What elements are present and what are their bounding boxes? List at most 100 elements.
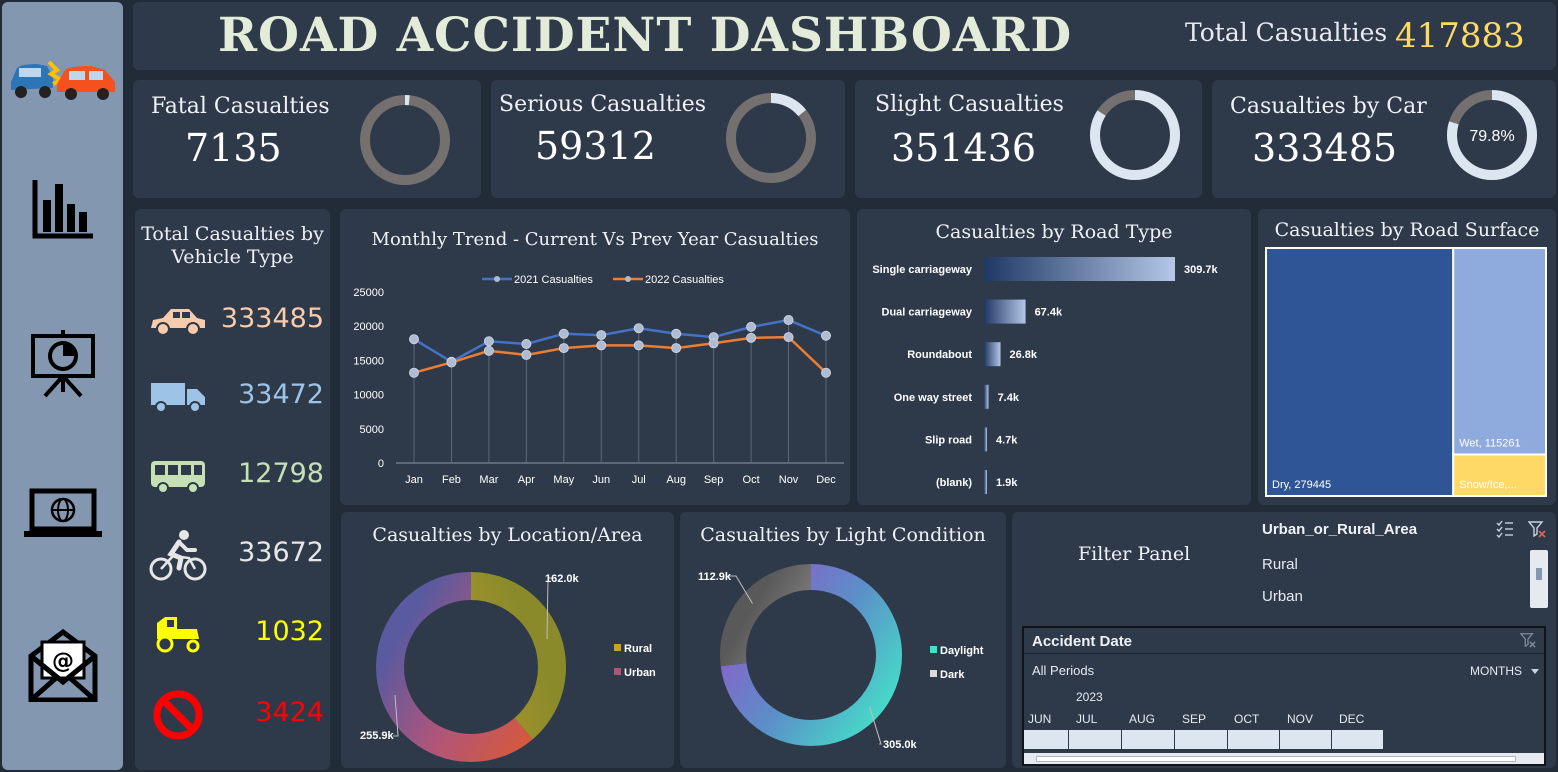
vehicle-value: 12798 bbox=[238, 458, 324, 489]
treemap-label: Snow/Ice,... bbox=[1459, 479, 1516, 491]
slice-value-label: 162.0k bbox=[545, 573, 580, 585]
timeline-month: DEC bbox=[1339, 712, 1365, 726]
data-point bbox=[671, 343, 682, 354]
accident-date-timeline: Accident Date All Periods MONTHS 2023 JU… bbox=[1022, 626, 1546, 766]
data-point bbox=[821, 330, 831, 341]
timeline-cell[interactable] bbox=[1280, 730, 1332, 749]
bar-chart-icon[interactable] bbox=[2, 178, 123, 240]
bar bbox=[984, 470, 987, 494]
timeline-month: NOV bbox=[1287, 712, 1314, 726]
y-tick-label: 5000 bbox=[360, 424, 384, 436]
legend-marker bbox=[494, 276, 500, 282]
bar bbox=[984, 299, 1026, 324]
line-chart: 0 5000 10000 15000 20000 25000 Jan Feb Mar Apr May… bbox=[353, 274, 844, 486]
bar-value-label: 4.7k bbox=[996, 434, 1018, 446]
data-point bbox=[558, 328, 569, 339]
location-panel: Casualties by Location/Area 162.0k Rural 2… bbox=[341, 512, 674, 768]
bar bbox=[984, 257, 1175, 281]
donut-chart: 305.0k Daylight 112.9k Dark bbox=[698, 564, 984, 751]
bar-chart: Single carriageway 309.7k Dual carriageway… bbox=[872, 257, 1219, 494]
kpi-card-serious: Serious Casualties 59312 bbox=[491, 80, 845, 198]
kpi-ring bbox=[1090, 90, 1180, 180]
clear-filter-icon[interactable] bbox=[1519, 632, 1536, 653]
legend-swatch bbox=[614, 668, 621, 675]
timeline-month: SEP bbox=[1182, 712, 1207, 726]
bar-category-label: (blank) bbox=[936, 477, 972, 489]
bar-category-label: Dual carriageway bbox=[882, 307, 973, 319]
timeline-cell[interactable] bbox=[1024, 730, 1069, 749]
chevron-down-icon bbox=[1531, 669, 1540, 675]
laptop-globe-icon[interactable] bbox=[2, 488, 123, 540]
x-tick-label: Mar bbox=[479, 474, 498, 486]
treemap-tile bbox=[1265, 247, 1455, 497]
vehicle-row-bus: 12798 bbox=[135, 446, 328, 506]
slicer-item-urban[interactable]: Urban bbox=[1262, 588, 1303, 605]
timeline-month: JUN bbox=[1028, 712, 1052, 726]
dashboard-title: ROAD ACCIDENT DASHBOARD bbox=[218, 8, 1073, 63]
header: ROAD ACCIDENT DASHBOARD Total Casualties… bbox=[133, 2, 1556, 70]
data-point bbox=[671, 328, 682, 339]
legend-swatch bbox=[930, 670, 937, 677]
x-tick-label: Sep bbox=[704, 474, 724, 486]
slice-value-label: 112.9k bbox=[698, 571, 732, 583]
clear-filter-icon[interactable] bbox=[1527, 520, 1546, 543]
scrollbar-thumb[interactable] bbox=[1536, 568, 1542, 580]
slicer-item-rural[interactable]: Rural bbox=[1262, 556, 1298, 573]
accident-cars-icon[interactable] bbox=[2, 54, 123, 100]
y-tick-label: 10000 bbox=[353, 390, 384, 402]
bar-category-label: Roundabout bbox=[907, 349, 972, 361]
kpi-value: 333485 bbox=[1252, 126, 1398, 170]
timeline-cell[interactable] bbox=[1175, 730, 1228, 749]
kpi-label: Casualties by Car bbox=[1230, 94, 1427, 119]
treemap-label: Wet, 115261 bbox=[1459, 437, 1520, 449]
x-tick-label: Jun bbox=[592, 474, 610, 486]
timeline-unit-select[interactable]: MONTHS bbox=[1470, 664, 1540, 678]
data-point bbox=[783, 315, 794, 326]
multi-select-icon[interactable] bbox=[1496, 520, 1514, 543]
timeline-cell[interactable] bbox=[1332, 730, 1384, 749]
timeline-period: All Periods bbox=[1032, 663, 1095, 678]
data-point bbox=[409, 367, 419, 378]
bar bbox=[984, 342, 1001, 367]
truck-icon bbox=[147, 367, 209, 427]
timeline-cell[interactable] bbox=[1122, 730, 1175, 749]
vehicle-type-panel: Total Casualties by Vehicle Type 333485 … bbox=[135, 209, 330, 770]
data-point bbox=[483, 336, 494, 347]
kpi-label: Slight Casualties bbox=[875, 92, 1064, 117]
urban-rural-slicer: Urban_or_Rural_Area Rural Urban bbox=[1252, 512, 1554, 612]
bar bbox=[984, 427, 987, 452]
timeline-cell[interactable] bbox=[1228, 730, 1280, 749]
timeline-year: 2023 bbox=[1076, 690, 1103, 704]
filter-panel: Filter Panel Urban_or_Rural_Area Rural U… bbox=[1012, 512, 1556, 768]
car-icon bbox=[147, 291, 209, 351]
bar-category-label: One way street bbox=[894, 392, 973, 404]
bar-value-label: 26.8k bbox=[1010, 349, 1038, 361]
timeline-month: JUL bbox=[1076, 712, 1098, 726]
slicer-scrollbar[interactable] bbox=[1530, 550, 1548, 608]
x-tick-label: Aug bbox=[666, 474, 686, 486]
timeline-cell[interactable] bbox=[1069, 730, 1122, 749]
vehicle-row-tractor: 1032 bbox=[135, 604, 328, 664]
email-icon[interactable]: @ bbox=[2, 628, 123, 702]
presentation-icon[interactable] bbox=[2, 330, 123, 398]
vehicle-panel-title-line1: Total Casualties by bbox=[141, 223, 324, 245]
timeline-scrollbar[interactable] bbox=[1024, 753, 1544, 764]
data-point bbox=[633, 323, 644, 334]
bar-value-label: 7.4k bbox=[998, 392, 1020, 404]
legend-swatch bbox=[930, 646, 937, 653]
legend-label: Dark bbox=[940, 669, 965, 681]
x-tick-label: Dec bbox=[816, 474, 836, 486]
vehicle-panel-title-line2: Vehicle Type bbox=[171, 246, 294, 268]
scrollbar-thumb[interactable] bbox=[1036, 756, 1516, 762]
timeline-title: Accident Date bbox=[1032, 633, 1133, 650]
data-point bbox=[483, 345, 494, 356]
kpi-ring bbox=[726, 93, 816, 183]
data-point bbox=[596, 330, 607, 341]
data-point bbox=[633, 340, 644, 351]
light-condition-panel: Casualties by Light Condition 305.0k Dayl… bbox=[680, 512, 1006, 768]
bar-value-label: 309.7k bbox=[1184, 264, 1219, 276]
kpi-label: Serious Casualties bbox=[499, 92, 707, 117]
slicer-title: Urban_or_Rural_Area bbox=[1262, 521, 1418, 538]
data-point bbox=[746, 321, 757, 332]
road-type-panel: Casualties by Road Type Single carriagew… bbox=[857, 209, 1251, 505]
